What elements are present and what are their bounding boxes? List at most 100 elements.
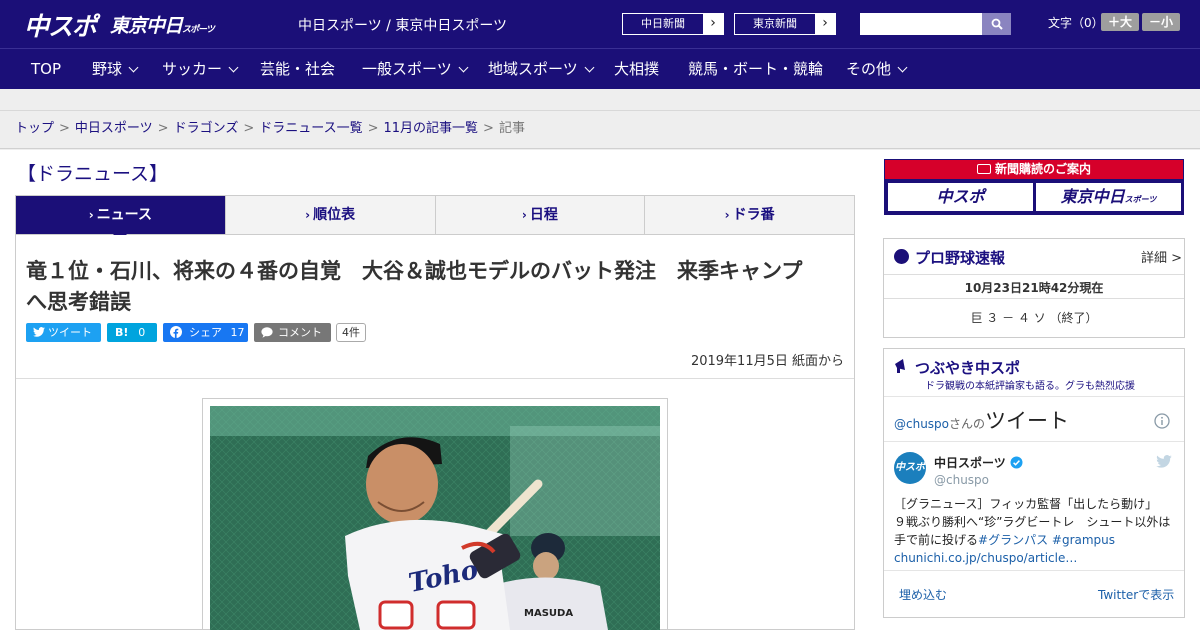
article-dateline: 2019年11月5日 紙面から [690,354,844,369]
tab-schedule[interactable]: › 日程 [436,196,646,234]
promo-tokyo-logo: 東京中日スポーツ [1036,183,1181,211]
subscription-title-text: 新聞購読のご案内 [994,162,1091,176]
chevron-down-icon [458,62,469,73]
tweet-text: ［グラニュース］フィッカ監督「出したら動け」 ９戦ぶり勝利へ“珍”ラグビートレ … [894,495,1176,567]
tweet-author-name[interactable]: 中日スポーツ [934,454,1006,471]
breadcrumb-item[interactable]: 中日スポーツ [75,121,153,136]
subscription-title: 新聞購読のご案内 [885,160,1183,179]
paper-link-label: 中日新聞 [623,14,703,34]
breadcrumb-separator: > [157,121,169,136]
jersey-name-text: MASUDA [524,608,573,619]
nav-item-racing[interactable]: 競馬・ボート・競輪 [688,49,823,90]
search-input[interactable] [860,13,982,35]
nav-item-general-sports[interactable]: 一般スポーツ [362,49,469,90]
tweet-link[interactable]: chunichi.co.jp/chuspo/article… [894,551,1077,565]
tab-reporter[interactable]: › ドラ番 [645,196,854,234]
chevron-down-icon [584,62,595,73]
nav-label: その他 [846,60,892,78]
nav-item-entertainment[interactable]: 芸能・社会 [260,49,335,90]
tokyo-chunichi-logo[interactable]: 東京中日スポーツ [110,11,215,38]
font-bigger-button[interactable]: ＋大 [1101,13,1139,31]
avatar[interactable]: 中スポ [894,452,926,484]
view-on-twitter-link[interactable]: Twitterで表示 [1098,586,1174,603]
comment-count: 4件 [336,323,366,342]
ad-band [0,89,1200,111]
breadcrumb-item[interactable]: ドラニュース一覧 [259,121,362,136]
timeline-heading: ツイート [985,409,1070,433]
tab-label: ニュース [96,207,152,223]
info-icon[interactable] [1154,413,1170,429]
nav-label: 地域スポーツ [488,60,578,78]
nav-item-baseball[interactable]: 野球 [92,49,139,90]
chevron-right-icon: › [305,208,311,222]
nav-label: 大相撲 [614,60,660,78]
section-title: 【ドラニュース】 [17,163,169,185]
divider [884,441,1184,442]
baseball-detail-link[interactable]: 詳細 > [1141,247,1182,266]
twitter-bird-icon[interactable] [1156,455,1172,468]
tweet-hashtag[interactable]: #グランパス [978,533,1048,547]
hatena-bookmark-button[interactable]: B! 0 [107,323,157,342]
verified-badge-icon [1010,456,1023,469]
tab-standings[interactable]: › 順位表 [226,196,436,234]
subscription-banner[interactable]: 新聞購読のご案内 中スポ 東京中日スポーツ [884,159,1184,215]
search-button[interactable] [982,13,1011,35]
site-label: 中日スポーツ / 東京中日スポーツ [298,18,508,34]
chunichi-shimbun-link[interactable]: 中日新聞 › [622,13,724,35]
nav-label: 野球 [92,60,123,78]
divider [884,570,1184,571]
score-updated: 10月23日21時42分現在 [964,281,1104,295]
headline-line: 竜１位・石川、将来の４番の自覚 大谷＆誠也モデルのバット発注 来季キャンプ [26,259,803,283]
breadcrumb-separator: > [59,121,70,136]
article-photo[interactable]: MASUDA Toho [210,406,660,630]
tweet-label: ツイート [48,326,92,339]
nav-label: TOP [31,60,62,78]
breadcrumb-current: 記事 [498,121,525,136]
nav-label: サッカー [162,60,223,78]
facebook-icon [170,326,182,338]
hatena-icon: B! [115,326,129,339]
game-score[interactable]: 巨 ３ － ４ ソ （終了） [884,309,1184,326]
arrow-right-icon: › [822,15,828,31]
tweet-line: 手で前に投げる [894,533,979,547]
tweet-author-handle: @chuspo [934,473,990,487]
promo-chuspo-logo: 中スポ [888,183,1033,211]
font-size-label: 文字（0） [1048,16,1104,30]
tweets-subtitle: ドラ観戦の本紙評論家も語る。グラも熱烈応援 [925,381,1135,392]
breadcrumb-item[interactable]: ドラゴンズ [174,121,239,136]
tweet-button[interactable]: ツイート [26,323,101,342]
nav-label: 芸能・社会 [260,60,336,78]
comment-button[interactable]: コメント [254,323,331,342]
twitter-handle-link[interactable]: @chuspo [894,417,949,431]
breadcrumb-item[interactable]: 11月の記事一覧 [384,121,479,136]
nav-item-sumo[interactable]: 大相撲 [614,49,659,90]
breadcrumb: トップ > 中日スポーツ > ドラゴンズ > ドラニュース一覧 >11月の記事一覧 > 記事 [0,111,1200,149]
nav-item-soccer[interactable]: サッカー [162,49,239,90]
tweet-hashtag[interactable]: #grampus [1052,533,1115,547]
facebook-share-button[interactable]: シェア 17 [163,323,248,342]
twitter-timeline-header: @chuspoさんのツイート [894,405,1069,435]
tab-label: 日程 [529,207,558,223]
nav-item-other[interactable]: その他 [846,49,908,90]
promo-tokyo-text: 東京中日 [1060,187,1125,206]
embed-link[interactable]: 埋め込む [899,586,947,603]
nav-item-top[interactable]: TOP [31,49,61,90]
headline-line: へ思考錯誤 [26,290,131,314]
breadcrumb-item[interactable]: トップ [15,121,54,136]
tab-news[interactable]: › ニュース [16,196,226,241]
paper-link-label: 東京新聞 [735,14,815,34]
hatena-count: 0 [138,326,146,339]
speech-bubble-icon [261,327,273,338]
tokyo-shimbun-link[interactable]: 東京新聞 › [734,13,836,35]
arrow-right-icon: › [710,15,716,31]
handle-suffix: さんの [949,417,986,431]
article-headline: 竜１位・石川、将来の４番の自覚 大谷＆誠也モデルのバット発注 来季キャンプ へ思考… [26,256,856,318]
chevron-down-icon [128,62,139,73]
site-header: 中スポ 東京中日スポーツ 中日スポーツ / 東京中日スポーツ 中日新聞 › 東京… [0,0,1200,48]
chuspo-logo[interactable]: 中スポ [24,7,97,43]
font-smaller-button[interactable]: －小 [1142,13,1180,31]
tab-label: ドラ番 [732,207,775,223]
nav-item-local-sports[interactable]: 地域スポーツ [488,49,595,90]
breadcrumb-separator: > [367,121,379,136]
section-tabs: › ニュース › 順位表 › 日程 › ドラ番 [15,195,855,241]
